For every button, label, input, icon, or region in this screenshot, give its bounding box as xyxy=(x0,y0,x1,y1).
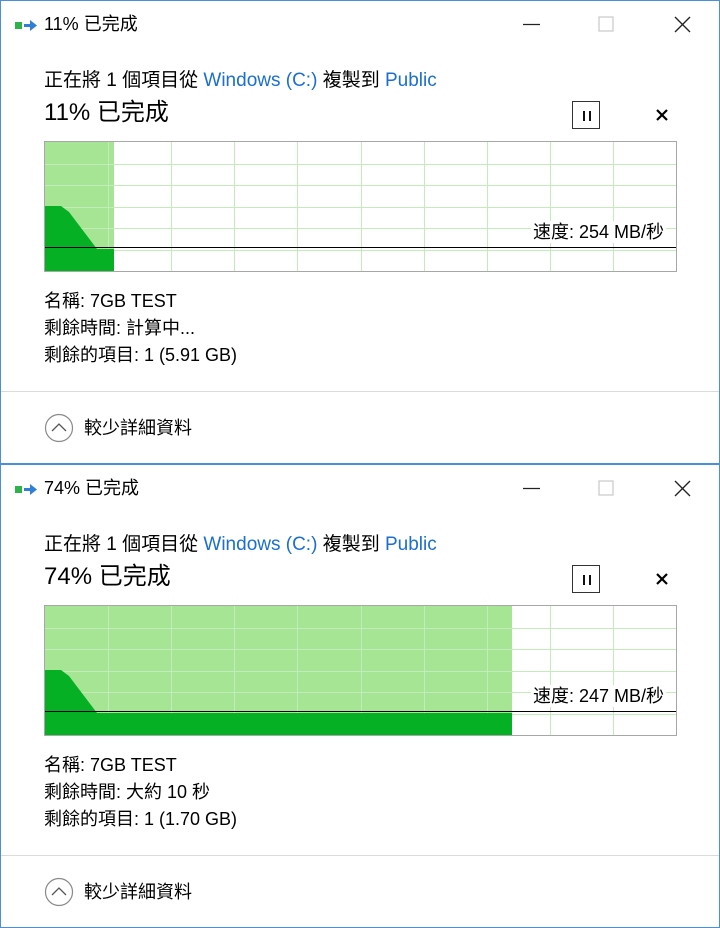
file-name: 名稱: 7GB TEST xyxy=(44,755,177,775)
destination-link[interactable]: Public xyxy=(385,70,437,91)
divider xyxy=(1,855,719,856)
cancel-icon[interactable] xyxy=(651,104,673,126)
graph-canvas xyxy=(45,606,676,735)
minimize-icon[interactable] xyxy=(516,473,546,503)
pause-button[interactable] xyxy=(572,565,600,593)
percent-complete: 11% 已完成 xyxy=(44,99,169,126)
desc-middle: 複製到 xyxy=(317,534,385,555)
pause-button[interactable] xyxy=(572,101,600,129)
close-icon[interactable] xyxy=(667,473,697,503)
items-remaining: 剩餘的項目: 1 (1.70 GB) xyxy=(44,809,238,829)
speed-label: 速度: 247 MB/秒 xyxy=(530,685,666,707)
cancel-icon[interactable] xyxy=(651,568,673,590)
source-link[interactable]: Windows (C:) xyxy=(203,534,317,555)
percent-complete: 74% 已完成 xyxy=(44,563,171,590)
time-remaining: 剩餘時間: 計算中... xyxy=(44,318,196,338)
less-details-button[interactable]: 較少詳細資料 xyxy=(84,881,192,903)
less-details-button[interactable]: 較少詳細資料 xyxy=(84,417,192,439)
maximize-icon[interactable] xyxy=(591,473,621,503)
chevron-up-icon[interactable] xyxy=(44,877,74,907)
copy-description: 正在將 1 個項目從 Windows (C:) 複製到 Public xyxy=(44,533,437,557)
desc-prefix: 正在將 1 個項目從 xyxy=(44,534,204,555)
speed-graph: 速度: 247 MB/秒 xyxy=(44,605,677,736)
file-name: 名稱: 7GB TEST xyxy=(44,291,177,311)
destination-link[interactable]: Public xyxy=(385,534,437,555)
copy-icon xyxy=(15,20,37,31)
chevron-up-icon[interactable] xyxy=(44,413,74,443)
copy-dialog: 74% 已完成 正在將 1 個項目從 Windows (C:) 複製到 Publ… xyxy=(0,464,720,928)
divider xyxy=(1,391,719,392)
close-icon[interactable] xyxy=(667,9,697,39)
window-title: 11% 已完成 xyxy=(44,14,138,34)
copy-dialog: 11% 已完成 正在將 1 個項目從 Windows (C:) 複製到 Publ… xyxy=(0,0,720,464)
minimize-icon[interactable] xyxy=(516,9,546,39)
source-link[interactable]: Windows (C:) xyxy=(203,70,317,91)
desc-prefix: 正在將 1 個項目從 xyxy=(44,70,204,91)
graph-canvas xyxy=(45,142,676,271)
pause-icon xyxy=(583,111,591,121)
title-bar: 74% 已完成 xyxy=(1,465,719,513)
copy-icon xyxy=(15,484,37,495)
title-bar: 11% 已完成 xyxy=(1,1,719,49)
maximize-icon[interactable] xyxy=(591,9,621,39)
copy-description: 正在將 1 個項目從 Windows (C:) 複製到 Public xyxy=(44,69,437,93)
items-remaining: 剩餘的項目: 1 (5.91 GB) xyxy=(44,345,238,365)
speed-label: 速度: 254 MB/秒 xyxy=(530,221,666,243)
speed-graph: 速度: 254 MB/秒 xyxy=(44,141,677,272)
window-title: 74% 已完成 xyxy=(44,478,140,498)
pause-icon xyxy=(583,575,591,585)
time-remaining: 剩餘時間: 大約 10 秒 xyxy=(44,782,211,802)
desc-middle: 複製到 xyxy=(317,70,385,91)
